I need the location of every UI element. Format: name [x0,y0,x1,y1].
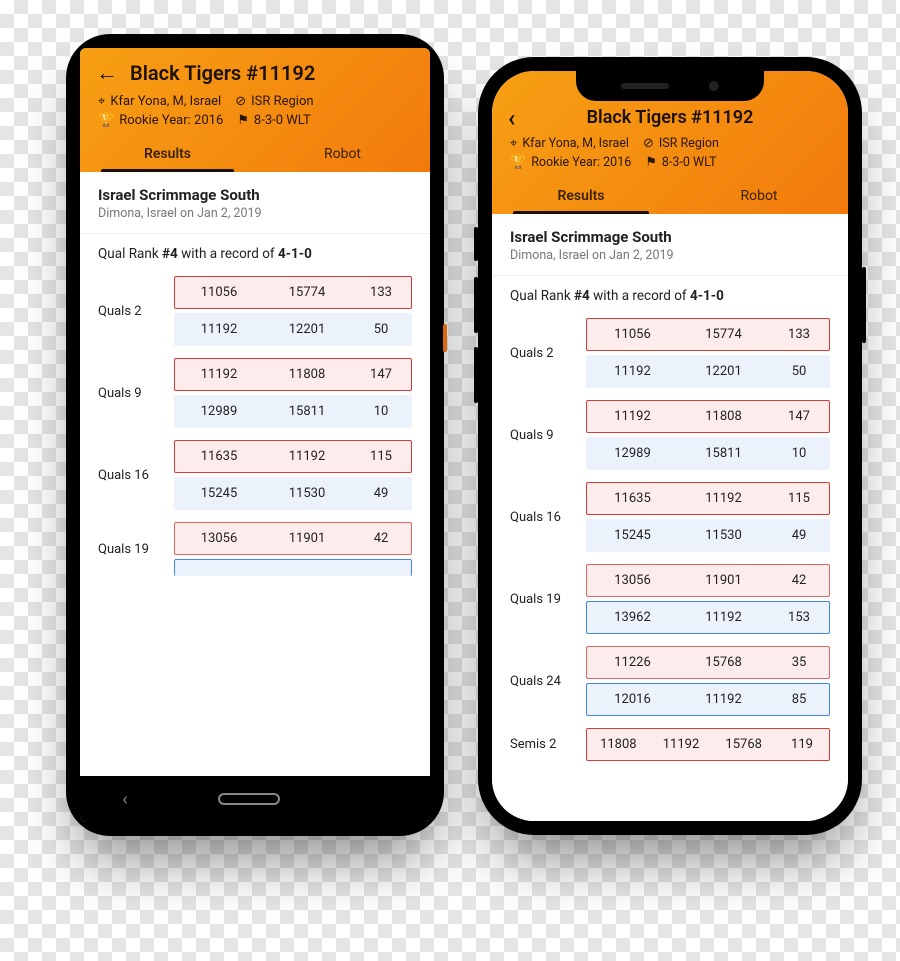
tab-robot[interactable]: Robot [255,136,430,172]
red-alliance-row: 130561190142 [586,564,830,597]
section-divider [492,275,848,276]
rookie-text: Rookie Year: 2016 [531,155,631,170]
blue-alliance-row: 12989 15811 10 [174,395,412,428]
tab-results[interactable]: Results [80,136,255,172]
android-nav-bar: ‹ [80,776,430,822]
match-quals-16[interactable]: Quals 16 11635 11192 115 15245 11530 49 [98,440,412,510]
red-alliance-row: 11056 15774 133 [174,276,412,309]
blue-alliance-row [174,559,412,576]
blue-alliance-row: 120161119285 [586,683,830,716]
region-text: ISR Region [251,94,313,109]
rookie-text: Rookie Year: 2016 [119,113,223,128]
blue-alliance-row: 152451153049 [586,519,830,552]
back-chevron-icon[interactable]: ‹ [508,104,515,132]
volume-up [474,277,478,333]
match-quals-9[interactable]: Quals 9 11192 11808 147 12989 15811 10 [98,358,412,428]
blue-alliance-row: 11192 12201 50 [174,313,412,346]
back-arrow-icon[interactable]: ← [96,60,118,86]
red-alliance-row: 13056 11901 42 [174,522,412,555]
event-subtitle: Dimona, Israel on Jan 2, 2019 [98,206,412,221]
record-text: 8-3-0 WLT [662,155,717,170]
mute-switch [474,227,478,261]
pin-icon: ⌖ [510,137,517,150]
match-label: Quals 9 [510,428,576,443]
match-label: Quals 19 [98,542,164,557]
event-title: Israel Scrimmage South [98,186,412,204]
red-alliance-row: 11635 11192 115 [174,440,412,473]
region-text: ISR Region [659,136,719,151]
side-button [862,267,866,343]
power-button [443,324,447,352]
speaker-slot [621,83,669,89]
tab-bar: Results Robot [80,136,430,172]
pin-icon: ⌖ [98,95,105,108]
match-quals-16[interactable]: Quals 16 1163511192115 152451153049 [510,482,830,552]
match-quals-19[interactable]: Quals 19 130561190142 1396211192153 [510,564,830,634]
page-title: Black Tigers #11192 [587,107,754,128]
record-text: 8-3-0 WLT [254,113,311,128]
match-label: Quals 16 [98,468,164,483]
rank-line: Qual Rank #4 with a record of 4-1-0 [510,288,830,304]
match-label: Quals 16 [510,510,576,525]
iphone-device-frame: ‹ Black Tigers #11192 ⌖ Kfar Yona, M, Isr… [478,57,862,835]
red-alliance-row: 11808 11192 15768 119 [586,728,830,761]
match-semis-2[interactable]: Semis 2 11808 11192 15768 119 [510,728,830,761]
blue-alliance-row: 129891581110 [586,437,830,470]
event-subtitle: Dimona, Israel on Jan 2, 2019 [510,248,830,263]
page-title: Black Tigers #11192 [130,61,315,85]
match-label: Quals 2 [510,346,576,361]
match-label: Semis 2 [510,737,576,752]
section-divider [80,233,430,234]
tab-bar: Results Robot [492,178,848,214]
red-alliance-row: 112261576835 [586,646,830,679]
iphone-screen: ‹ Black Tigers #11192 ⌖ Kfar Yona, M, Isr… [492,71,848,821]
tab-results[interactable]: Results [492,178,670,214]
globe-icon: ⊘ [643,137,654,150]
match-quals-2[interactable]: Quals 2 11056 15774 133 11192 12201 50 [98,276,412,346]
rank-line: Qual Rank #4 with a record of 4-1-0 [98,246,412,262]
android-home-icon[interactable] [218,793,280,805]
match-label: Quals 24 [510,674,576,689]
app-header: ← Black Tigers #11192 ⌖ Kfar Yona, M, Isr… [80,48,430,172]
red-alliance-row: 1105615774133 [586,318,830,351]
location-text: Kfar Yona, M, Israel [522,136,629,151]
blue-alliance-row: 111921220150 [586,355,830,388]
front-camera [709,81,719,91]
globe-icon: ⊘ [235,95,246,108]
tab-robot[interactable]: Robot [670,178,848,214]
match-quals-2[interactable]: Quals 2 1105615774133 111921220150 [510,318,830,388]
match-label: Quals 9 [98,386,164,401]
android-back-icon[interactable]: ‹ [122,789,127,810]
flag-icon: ⚑ [237,114,249,127]
red-alliance-row: 1119211808147 [586,400,830,433]
match-quals-24[interactable]: Quals 24 112261576835 120161119285 [510,646,830,716]
android-device-frame: ← Black Tigers #11192 ⌖ Kfar Yona, M, Isr… [66,34,444,836]
location-text: Kfar Yona, M, Israel [110,94,221,109]
flag-icon: ⚑ [645,156,657,169]
results-body: Israel Scrimmage South Dimona, Israel on… [80,172,430,776]
blue-alliance-row: 1396211192153 [586,601,830,634]
match-label: Quals 19 [510,592,576,607]
red-alliance-row: 1163511192115 [586,482,830,515]
android-screen: ← Black Tigers #11192 ⌖ Kfar Yona, M, Isr… [80,48,430,822]
trophy-icon: 🏆 [98,114,114,127]
match-label: Quals 2 [98,304,164,319]
match-quals-19[interactable]: Quals 19 13056 11901 42 [98,522,412,576]
results-body: Israel Scrimmage South Dimona, Israel on… [492,214,848,821]
red-alliance-row: 11192 11808 147 [174,358,412,391]
match-quals-9[interactable]: Quals 9 1119211808147 129891581110 [510,400,830,470]
event-title: Israel Scrimmage South [510,228,830,246]
team-meta: ⌖ Kfar Yona, M, Israel ⊘ ISR Region 🏆 Rooki… [510,136,832,170]
team-meta: ⌖ Kfar Yona, M, Israel ⊘ ISR Region 🏆 Rooki… [98,94,414,128]
iphone-notch [576,71,764,101]
blue-alliance-row: 15245 11530 49 [174,477,412,510]
volume-down [474,347,478,403]
trophy-icon: 🏆 [510,156,526,169]
